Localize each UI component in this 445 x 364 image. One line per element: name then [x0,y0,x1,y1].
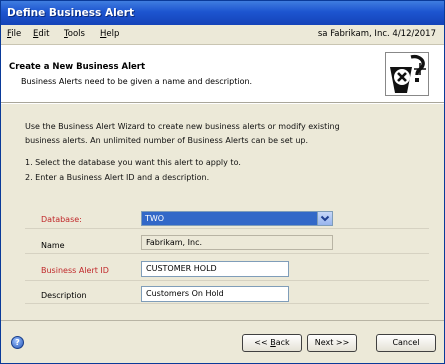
database-label: Database: [41,215,82,224]
divider [25,303,429,304]
wizard-footer: ? << Back Next >> Cancel [1,320,444,363]
cancel-button[interactable]: Cancel [376,334,436,352]
menu-bar: File Edit Tools Help sa Fabrikam, Inc. 4… [1,25,444,45]
step-2-text: 2. Enter a Business Alert ID and a descr… [25,173,210,182]
menu-help[interactable]: Help [100,29,119,39]
menu-file[interactable]: File [7,29,21,39]
alert-wizard-icon [385,52,429,96]
next-button[interactable]: Next >> [307,334,357,352]
database-selected-value: TWO [145,214,165,223]
page-subtitle: Business Alerts need to be given a name … [21,77,253,86]
wizard-header: Create a New Business Alert Business Ale… [1,46,444,103]
page-title: Create a New Business Alert [9,62,146,72]
back-button[interactable]: << Back [242,334,302,352]
name-field: Fabrikam, Inc. [141,235,333,250]
divider [25,280,429,281]
name-label: Name [41,241,65,250]
menu-tools[interactable]: Tools [64,29,85,39]
divider [25,253,429,254]
description-input[interactable]: Customers On Hold [141,286,289,302]
menu-edit[interactable]: Edit [33,29,49,39]
help-icon[interactable]: ? [11,336,24,349]
divider [25,228,429,229]
chevron-down-icon[interactable] [317,212,332,225]
step-1-text: 1. Select the database you want this ale… [25,158,241,167]
define-business-alert-window: Define Business Alert File Edit Tools He… [0,0,445,364]
window-title: Define Business Alert [7,7,134,19]
business-alert-id-input[interactable]: CUSTOMER HOLD [141,261,289,277]
database-dropdown[interactable]: TWO [141,211,333,226]
business-alert-id-label: Business Alert ID [41,266,109,275]
intro-text-2: business alerts. An unlimited number of … [25,136,309,145]
title-bar: Define Business Alert [1,1,444,25]
user-company-date: sa Fabrikam, Inc. 4/12/2017 [317,29,436,39]
description-label: Description [41,291,87,300]
intro-text-1: Use the Business Alert Wizard to create … [25,122,340,131]
